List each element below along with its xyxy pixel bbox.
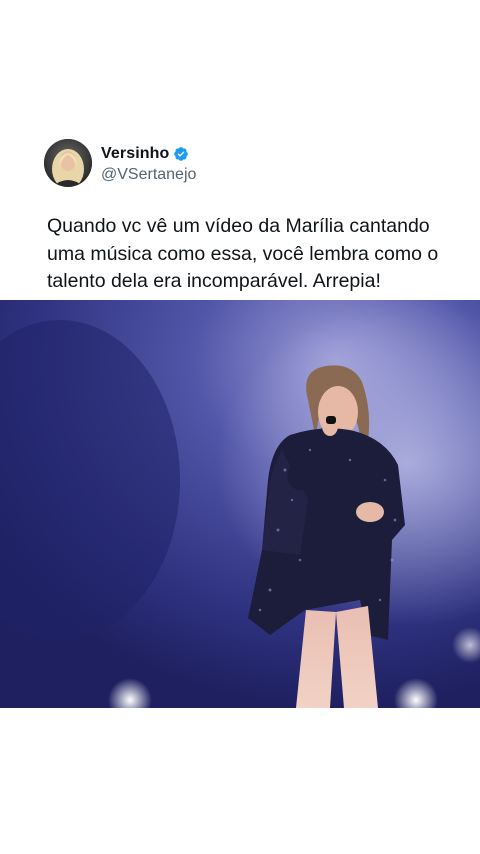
avatar-image [44,139,92,187]
tweet-header: Versinho @VSertanejo [44,139,196,187]
video-frame-image [0,300,480,708]
tweet-card: Versinho @VSertanejo Quando vc vê um víd… [0,0,480,854]
author-names: Versinho @VSertanejo [101,143,196,184]
verified-badge-icon [173,146,189,162]
tweet-media-video[interactable] [0,300,480,708]
tweet-text: Quando vc vê um vídeo da Marília cantand… [47,215,439,292]
avatar[interactable] [44,139,92,187]
name-row: Versinho [101,143,196,165]
display-name[interactable]: Versinho [101,145,169,163]
handle[interactable]: @VSertanejo [101,166,196,184]
